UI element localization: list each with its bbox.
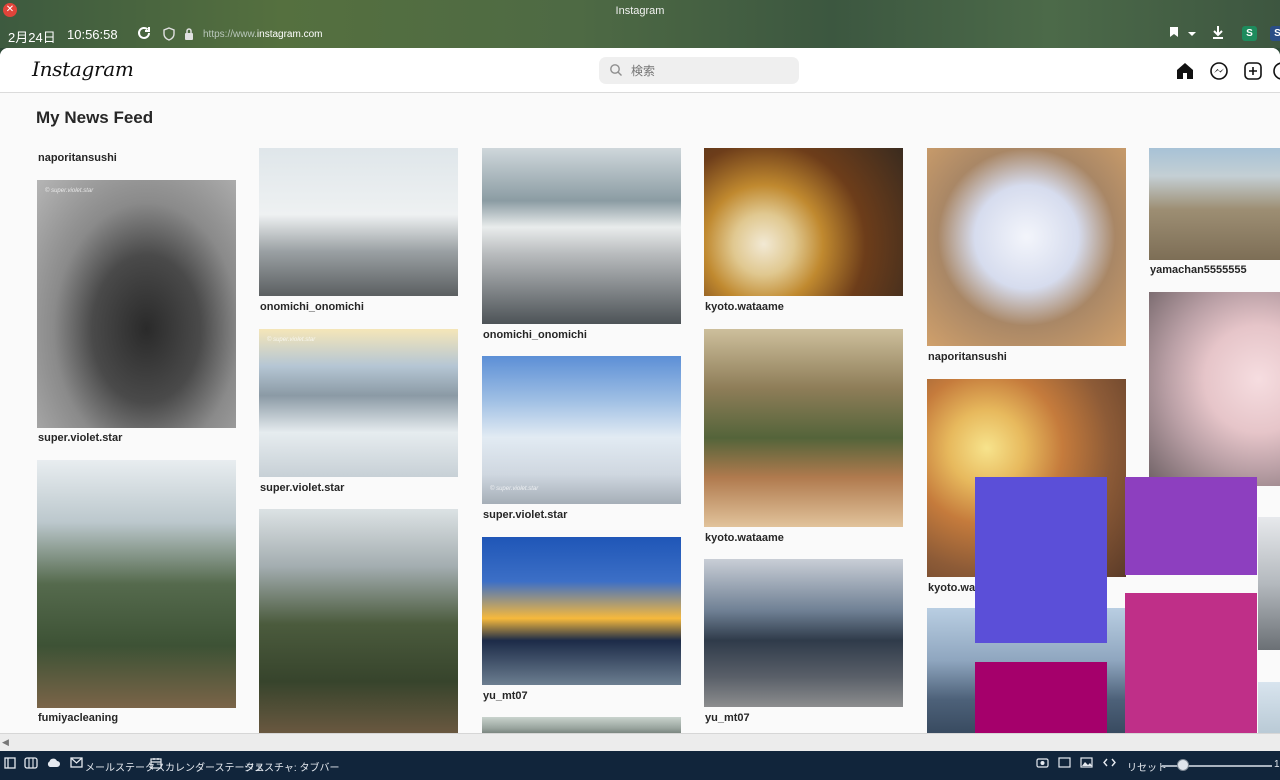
post-photo-beach-rabbits[interactable]	[1149, 148, 1280, 260]
post-username[interactable]: super.violet.star	[38, 432, 122, 444]
bookmark-icon[interactable]	[1165, 25, 1183, 43]
zoom-slider-handle[interactable]	[1177, 759, 1189, 771]
new-post-icon[interactable]	[1243, 61, 1263, 81]
post-photo-cherry-blossoms[interactable]	[1149, 292, 1280, 486]
mail-icon[interactable]	[70, 757, 83, 771]
post-username[interactable]: onomichi_onomichi	[260, 301, 364, 313]
photo-watermark: © super.violet.star	[490, 486, 539, 492]
browser-toolbar: ✕ Instagram 2月24日 10:56:58 https://www.i…	[0, 0, 1280, 48]
post-photo-partial[interactable]	[1258, 517, 1280, 650]
messenger-icon[interactable]	[1209, 61, 1229, 81]
image-icon[interactable]	[1080, 757, 1093, 771]
post-username[interactable]: onomichi_onomichi	[483, 329, 587, 341]
post-photo-meal-tray[interactable]	[704, 148, 903, 296]
photo-watermark: © super.violet.star	[45, 188, 94, 194]
post-username[interactable]: yu_mt07	[705, 712, 750, 724]
post-username[interactable]: naporitansushi	[928, 351, 1007, 363]
search-input[interactable]	[631, 60, 791, 81]
post-photo-white-van-front[interactable]	[482, 148, 681, 324]
post-photo-motorcycle-bridge[interactable]	[704, 559, 903, 707]
cloud-icon[interactable]	[46, 757, 61, 771]
clock-time: 10:56:58	[67, 27, 118, 42]
zoom-reset-label[interactable]: リセット	[1127, 759, 1167, 774]
feed-title: My News Feed	[36, 108, 154, 127]
instagram-logo[interactable]: Instagram	[32, 57, 134, 81]
post-username[interactable]: fumiyacleaning	[38, 712, 118, 724]
post-photo-partial[interactable]	[1258, 682, 1280, 736]
post-username[interactable]: kyoto.wa	[928, 582, 975, 594]
post-username[interactable]: super.violet.star	[483, 509, 567, 521]
post-username[interactable]: kyoto.wataame	[705, 301, 784, 313]
post-username[interactable]: yamachan5555555	[1150, 264, 1247, 276]
calendar-icon[interactable]	[150, 757, 162, 772]
post-photo-forest-trail[interactable]	[259, 509, 458, 736]
camera-icon[interactable]	[1036, 757, 1049, 771]
reload-icon[interactable]	[135, 25, 153, 43]
scroll-left-icon[interactable]: ◀	[2, 737, 9, 748]
post-photo-cat[interactable]: © super.violet.star	[37, 180, 236, 428]
post-photo-mountain-view[interactable]	[37, 460, 236, 708]
window-icon[interactable]	[1058, 757, 1071, 771]
chevron-down-icon[interactable]	[1183, 25, 1201, 43]
post-photo-white-van-rear[interactable]	[259, 148, 458, 296]
url-prefix: https://www.	[203, 29, 257, 40]
extension-s-icon[interactable]: S	[1242, 26, 1257, 41]
lock-icon	[183, 27, 197, 41]
overlay-tile-blue[interactable]	[975, 477, 1107, 643]
explore-icon[interactable]	[1272, 61, 1280, 81]
status-bar: メールステータス カレンダーステータス ジェスチャ: タブバー リセット 1	[0, 751, 1280, 780]
post-username[interactable]: kyoto.wataame	[705, 532, 784, 544]
panel-toggle-icon[interactable]	[4, 757, 16, 772]
horizontal-scrollbar[interactable]: ◀	[0, 733, 1280, 751]
post-username[interactable]: super.violet.star	[260, 482, 344, 494]
download-icon[interactable]	[1209, 25, 1227, 43]
post-username[interactable]: yu_mt07	[483, 690, 528, 702]
search-box[interactable]	[599, 57, 799, 84]
post-photo-garden-lunch[interactable]	[704, 329, 903, 527]
post-photo-snowy-hills[interactable]: © super.violet.star	[259, 329, 458, 477]
code-icon[interactable]	[1103, 757, 1116, 771]
zoom-level-label: 1	[1274, 759, 1280, 770]
post-photo-shaved-ice[interactable]	[927, 148, 1126, 346]
photo-watermark: © super.violet.star	[267, 337, 316, 343]
overlay-tile-purple[interactable]	[1125, 477, 1257, 575]
shield-icon[interactable]	[163, 27, 177, 41]
post-photo-snowy-trees[interactable]: © super.violet.star	[482, 356, 681, 504]
post-username[interactable]: naporitansushi	[38, 152, 117, 164]
clock-date: 2月24日	[8, 30, 56, 45]
home-icon[interactable]	[1175, 61, 1195, 81]
gesture-status-label[interactable]: ジェスチャ: タブバー	[244, 759, 339, 774]
window-title: Instagram	[615, 5, 665, 17]
address-bar[interactable]: https://www.instagram.com	[203, 29, 322, 40]
extension-s2-icon[interactable]: S	[1270, 26, 1280, 41]
instagram-header: Instagram	[0, 48, 1280, 93]
tile-view-icon[interactable]	[24, 757, 38, 772]
post-photo-motorcycle-sunset[interactable]	[482, 537, 681, 685]
url-host: instagram.com	[256, 29, 323, 40]
search-icon	[610, 64, 622, 76]
